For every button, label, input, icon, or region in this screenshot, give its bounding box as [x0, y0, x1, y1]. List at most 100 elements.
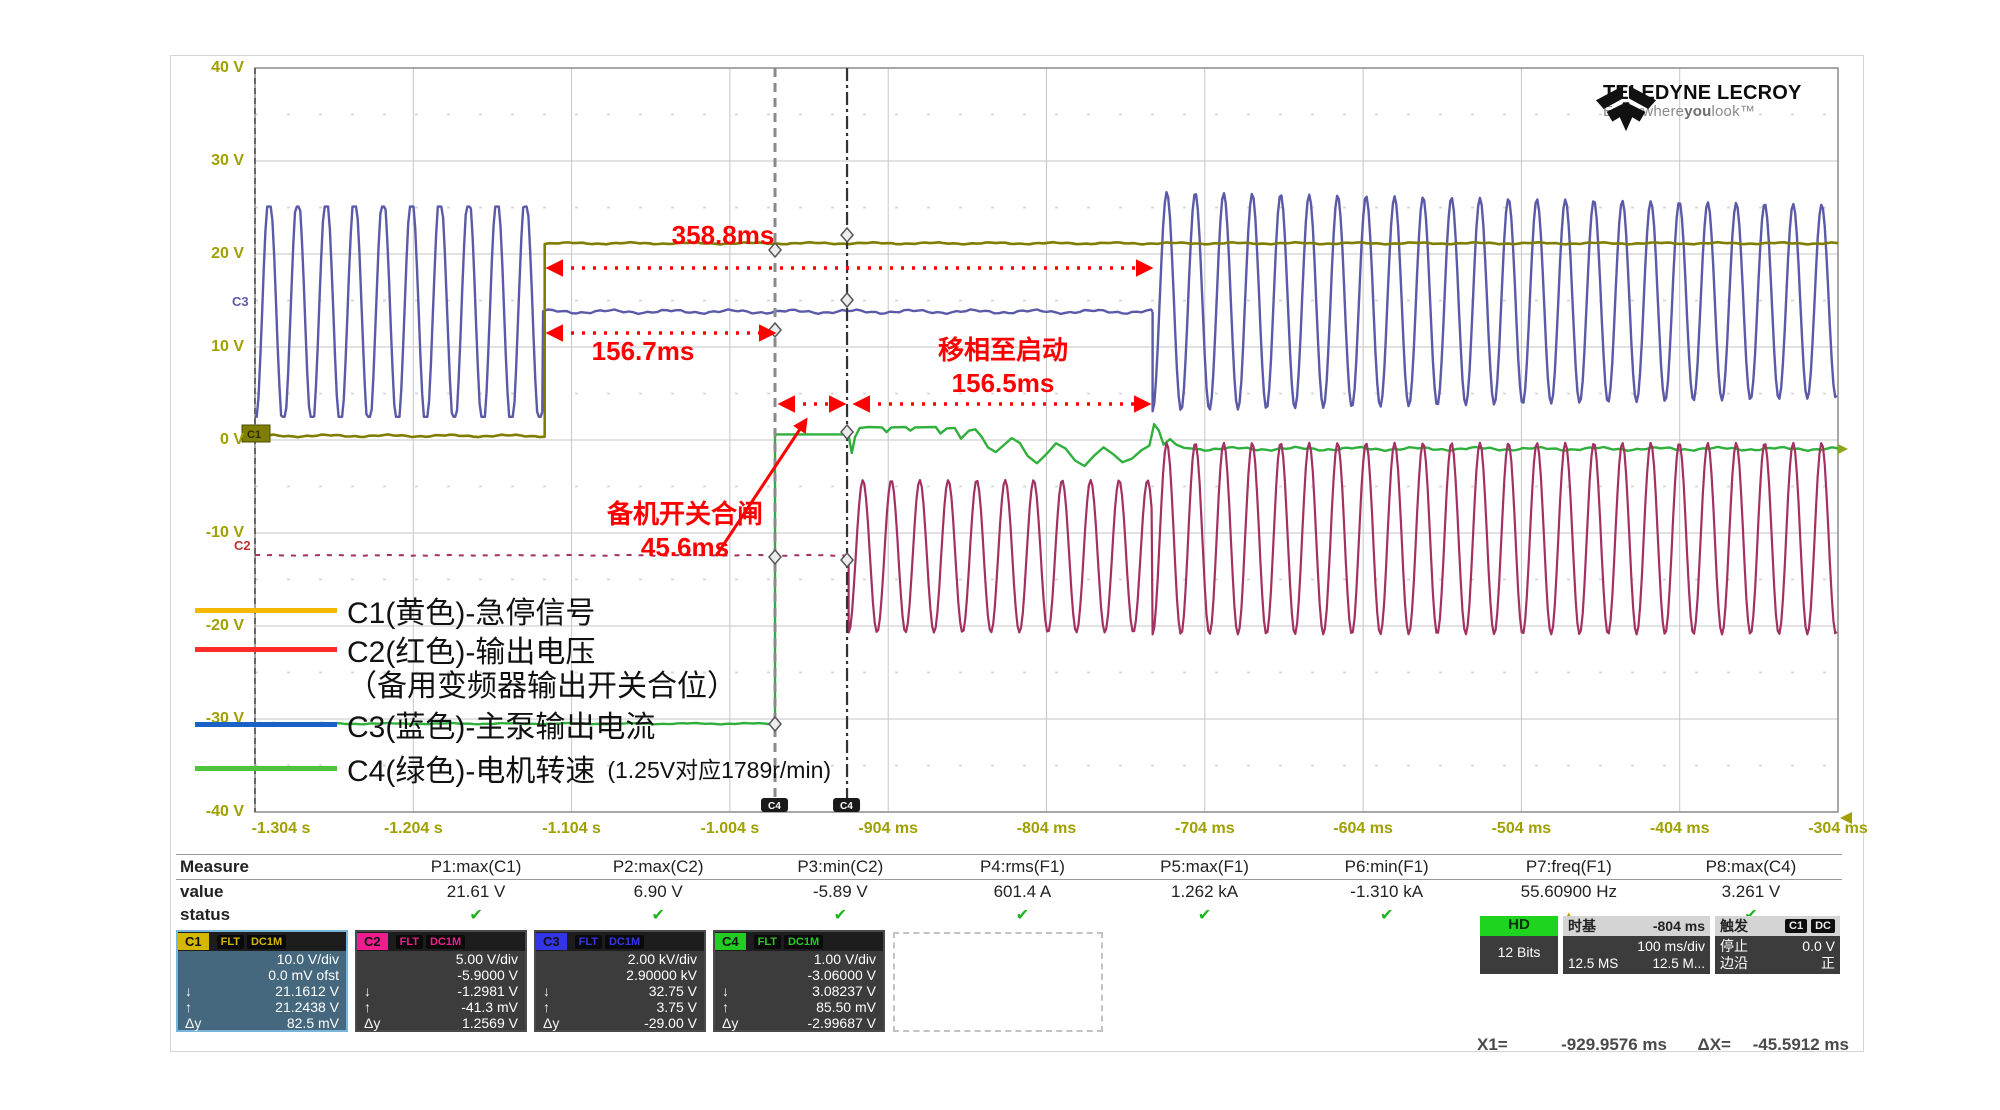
- channel-value: 2.90000 kV: [626, 967, 697, 983]
- measure-header[interactable]: P1:max(C1): [385, 857, 567, 877]
- oscilloscope-screen: C3C2C1C4C4 40 V30 V20 V10 V0 V-10 V-20 V…: [0, 0, 2000, 1110]
- empty-descriptor-slot[interactable]: [893, 932, 1103, 1032]
- measure-header[interactable]: P7:freq(F1): [1478, 857, 1660, 877]
- channel-value: 3.75 V: [657, 999, 697, 1015]
- channel-cursor-symbol: ↑: [722, 999, 729, 1015]
- measure-value: 3.261 V: [1660, 882, 1842, 902]
- channel-badge: FLT: [396, 935, 423, 949]
- trigger-coupling-badge: DC: [1811, 919, 1835, 933]
- trigger-slope: 正: [1821, 955, 1835, 972]
- measure-value: 601.4 A: [931, 882, 1113, 902]
- channel-cursor-symbol: ↑: [543, 999, 550, 1015]
- measure-value: 1.262 kA: [1114, 882, 1296, 902]
- channel-descriptors: C1FLTDC1M10.0 V/div0.0 mV ofst↓21.1612 V…: [176, 930, 892, 1032]
- channel-cursor-symbol: Δy: [722, 1015, 738, 1031]
- measure-header[interactable]: P8:max(C4): [1660, 857, 1842, 877]
- channel-box-c2[interactable]: C2 FLTDC1M 5.00 V/div-5.9000 V ↓ -1.2981 V ↑ -…: [355, 930, 527, 1032]
- channel-value: 21.2438 V: [275, 999, 339, 1015]
- channel-cursor-symbol: ↑: [364, 999, 371, 1015]
- channel-cursor-symbol: Δy: [543, 1015, 559, 1031]
- channel-cursor-symbol: ↓: [364, 983, 371, 999]
- annotation-switch-label: 备机开关合闸: [570, 494, 800, 531]
- channel-cursor-symbol: ↓: [722, 983, 729, 999]
- channel-cursor-symbol: Δy: [185, 1015, 201, 1031]
- cursor-readout: X1=-929.9576 msΔX=-45.5912 ms X2=-975.54…: [1477, 980, 1849, 1110]
- status-ok-icon: ✔: [1016, 907, 1029, 924]
- channel-chip: C1: [178, 933, 209, 950]
- measure-value: 55.60900 Hz: [1478, 882, 1660, 902]
- channel-value: 1.00 V/div: [814, 951, 876, 967]
- channel-value: 85.50 mV: [816, 999, 876, 1015]
- timebase-samples: 12.5 MS: [1568, 955, 1618, 972]
- measure-value: 21.61 V: [385, 882, 567, 902]
- annotation-phase-label: 移相至启动: [883, 330, 1123, 367]
- channel-box-c4[interactable]: C4FLTDC1M1.00 V/div-3.06000 V↓3.08237 V↑…: [713, 930, 885, 1032]
- measure-value: -1.310 kA: [1296, 882, 1478, 902]
- cursor-readout-row1: X1=-929.9576 msΔX=-45.5912 ms: [1477, 1032, 1849, 1058]
- measure-header[interactable]: P3:min(C2): [749, 857, 931, 877]
- hd-mode-box[interactable]: HD 12 Bits: [1480, 916, 1558, 974]
- channel-chip: C3: [536, 933, 567, 950]
- measure-header[interactable]: P5:max(F1): [1114, 857, 1296, 877]
- channel-badge: DC1M: [605, 935, 644, 949]
- measure-header[interactable]: P4:rms(F1): [931, 857, 1113, 877]
- channel-value: -2.99687 V: [808, 1015, 877, 1031]
- channel-value: 1.2569 V: [462, 1015, 518, 1031]
- measure-value: 6.90 V: [567, 882, 749, 902]
- channel-badge: DC1M: [426, 935, 465, 949]
- measure-row-label: value: [176, 882, 385, 902]
- channel-badge: DC1M: [247, 935, 286, 949]
- trigger-title: 触发: [1720, 916, 1748, 936]
- channel-cursor-symbol: ↓: [185, 983, 192, 999]
- status-ok-icon: ✔: [651, 907, 664, 924]
- channel-value: -5.9000 V: [457, 967, 518, 983]
- timebase-rate: 12.5 M...: [1652, 955, 1705, 972]
- channel-value: 21.1612 V: [275, 983, 339, 999]
- hd-label: HD: [1480, 916, 1558, 936]
- channel-value: 10.0 V/div: [277, 951, 339, 967]
- channel-box-c1[interactable]: C1 FLTDC1M 10.0 V/div0.0 mV ofst ↓ 21.1612 V…: [176, 930, 348, 1032]
- channel-value: -1.2981 V: [457, 983, 518, 999]
- channel-badge: FLT: [575, 935, 602, 949]
- trigger-level: 0.0 V: [1802, 938, 1835, 955]
- channel-value: 32.75 V: [649, 983, 697, 999]
- channel-value: 2.00 kV/div: [628, 951, 697, 967]
- hd-bits: 12 Bits: [1480, 936, 1558, 974]
- channel-chip: C4: [715, 933, 746, 950]
- channel-value: -29.00 V: [644, 1015, 697, 1031]
- annotation-first-interval: 156.7ms: [548, 336, 738, 367]
- annotation-switch-value: 45.6ms: [570, 532, 800, 563]
- status-ok-icon: ✔: [1198, 907, 1211, 924]
- channel-value: 0.0 mV ofst: [268, 967, 339, 983]
- teledyne-lecroy-logo: TELEDYNE LECROY Everywhereyoulook™: [1595, 82, 1802, 120]
- channel-box-c3[interactable]: C3 FLTDC1M 2.00 kV/div2.90000 kV ↓ 32.75 V ↑ 3…: [534, 930, 706, 1032]
- channel-value: -3.06000 V: [808, 967, 877, 983]
- measure-header[interactable]: P6:min(F1): [1296, 857, 1478, 877]
- timebase-delay: -804 ms: [1653, 918, 1705, 934]
- measure-header[interactable]: P2:max(C2): [567, 857, 749, 877]
- channel-badge: DC1M: [784, 935, 823, 949]
- trigger-state: 停止: [1720, 938, 1748, 955]
- channel-badge: FLT: [217, 935, 244, 949]
- channel-chip: C2: [357, 933, 388, 950]
- channel-value: 82.5 mV: [287, 1015, 339, 1031]
- timebase-box[interactable]: 时基 -804 ms 100 ms/div 12.5 MS 12.5 M...: [1563, 916, 1710, 974]
- trigger-box[interactable]: 触发 C1 DC 停止 0.0 V 边沿 正: [1715, 916, 1840, 974]
- channel-value: 3.08237 V: [812, 983, 876, 999]
- status-ok-icon: ✔: [469, 907, 482, 924]
- measure-row-label: status: [176, 905, 385, 925]
- channel-cursor-symbol: Δy: [364, 1015, 380, 1031]
- trigger-source-badge: C1: [1785, 919, 1807, 933]
- status-ok-icon: ✔: [834, 907, 847, 924]
- channel-value: 5.00 V/div: [456, 951, 518, 967]
- timebase-scale: 100 ms/div: [1568, 938, 1705, 955]
- channel-cursor-symbol: ↓: [543, 983, 550, 999]
- channel-cursor-symbol: ↑: [185, 999, 192, 1015]
- status-ok-icon: ✔: [1380, 907, 1393, 924]
- measure-row-label: Measure: [176, 857, 385, 877]
- annotation-phase-value: 156.5ms: [883, 368, 1123, 399]
- trigger-type: 边沿: [1720, 955, 1748, 972]
- channel-value: -41.3 mV: [461, 999, 518, 1015]
- annotation-total-time: 358.8ms: [628, 220, 818, 251]
- measure-value: -5.89 V: [749, 882, 931, 902]
